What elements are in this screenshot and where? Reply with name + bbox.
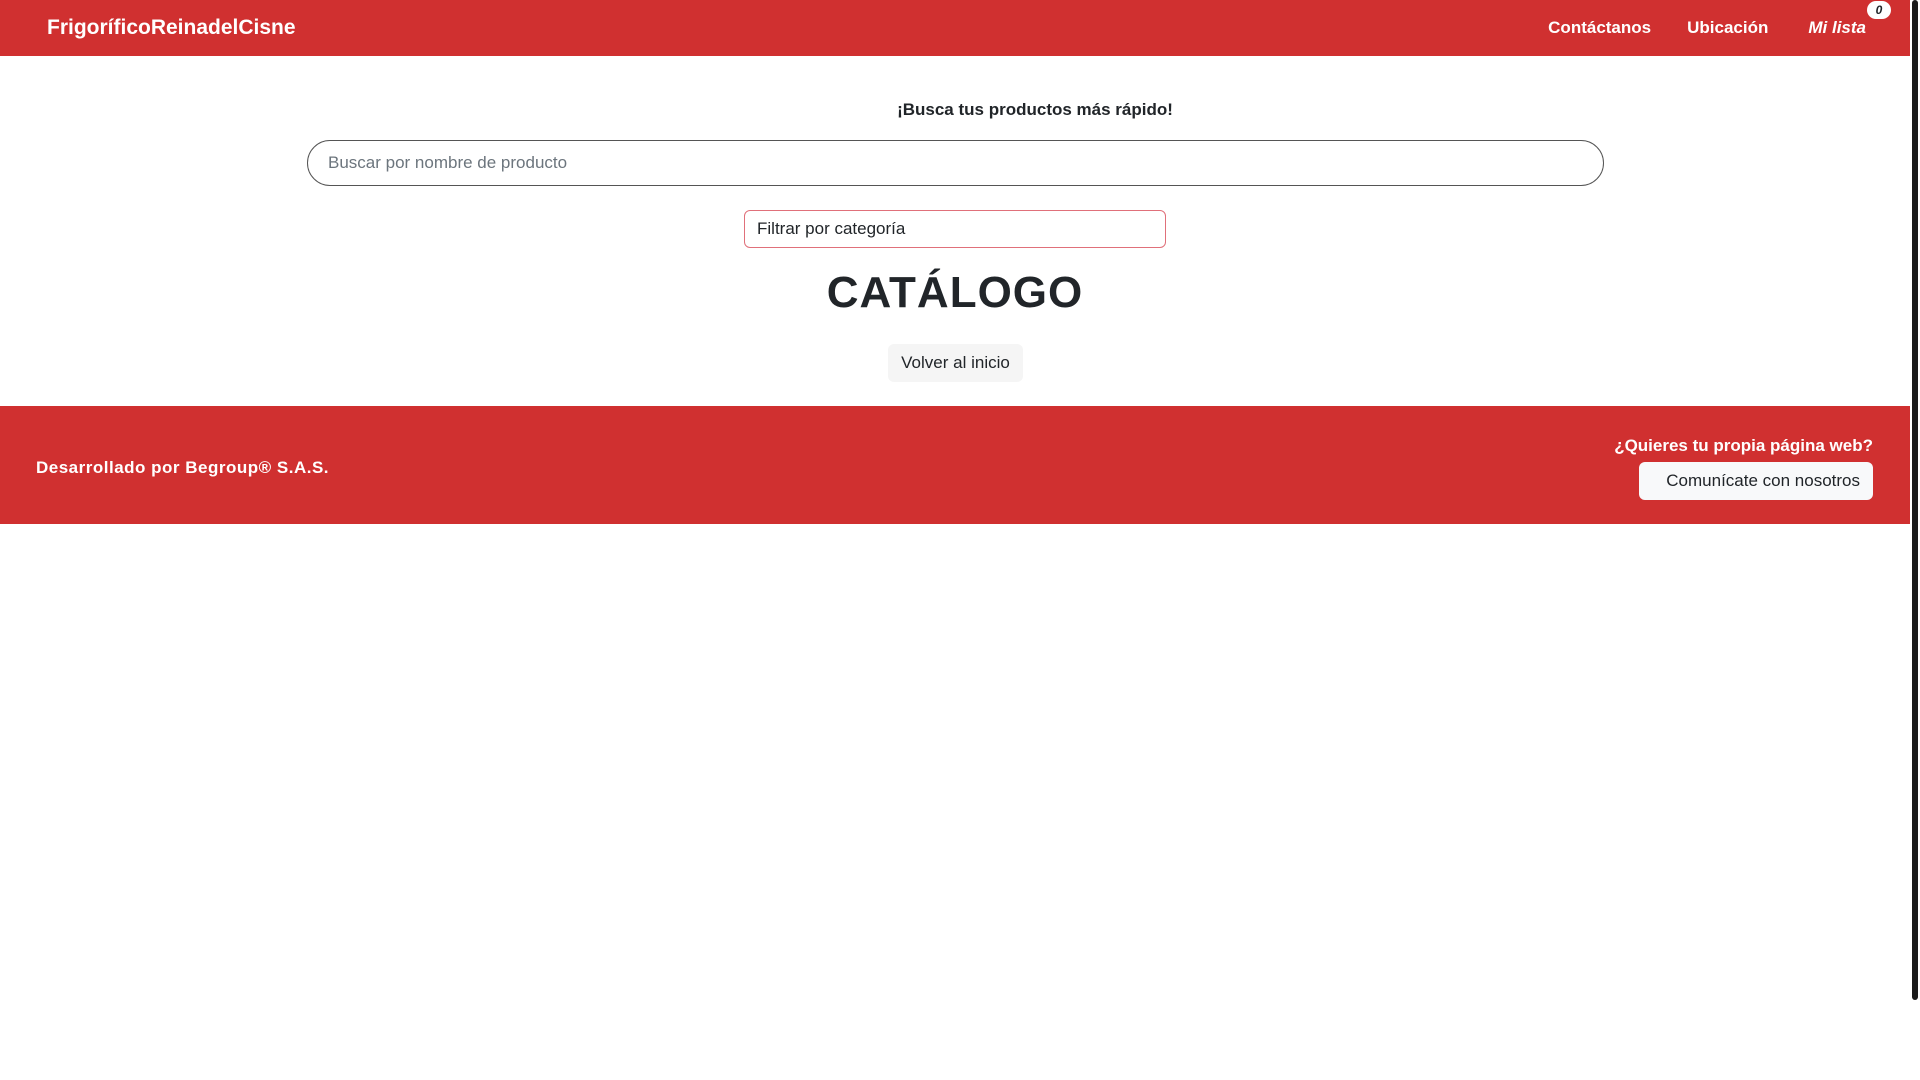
category-filter-value: Filtrar por categoría: [757, 219, 906, 238]
nav-contact-link[interactable]: Contáctanos: [1548, 18, 1651, 38]
top-navbar: FrigoríficoReinadelCisne Contáctanos Ubi…: [0, 0, 1910, 56]
my-list-link[interactable]: Mi lista 0: [1808, 1, 1891, 38]
footer: Desarrollado por Begroup® S.A.S. ¿Quiere…: [0, 406, 1910, 524]
scrollbar-thumb[interactable]: [1912, 0, 1918, 1000]
my-list-count-badge: 0: [1867, 1, 1891, 19]
my-list-label: Mi lista: [1808, 18, 1866, 37]
catalog-title: CATÁLOGO: [826, 268, 1084, 317]
search-heading: ¡Busca tus productos más rápido!: [897, 100, 1173, 119]
contact-us-button[interactable]: Comunícate con nosotros: [1639, 462, 1873, 500]
main-nav: Contáctanos Ubicación Mi lista 0: [1512, 1, 1891, 38]
page: FrigoríficoReinadelCisne Contáctanos Ubi…: [0, 0, 1920, 1080]
website-cta-question: ¿Quieres tu propia página web?: [1614, 436, 1873, 455]
brand-logo-link[interactable]: FrigoríficoReinadelCisne: [47, 16, 296, 40]
product-search-input[interactable]: [307, 140, 1604, 186]
back-to-home-button[interactable]: Volver al inicio: [888, 344, 1023, 382]
category-filter-select[interactable]: Filtrar por categoría: [744, 210, 1166, 248]
developer-credit: Desarrollado por Begroup® S.A.S.: [36, 458, 330, 477]
nav-location-link[interactable]: Ubicación: [1687, 18, 1768, 38]
